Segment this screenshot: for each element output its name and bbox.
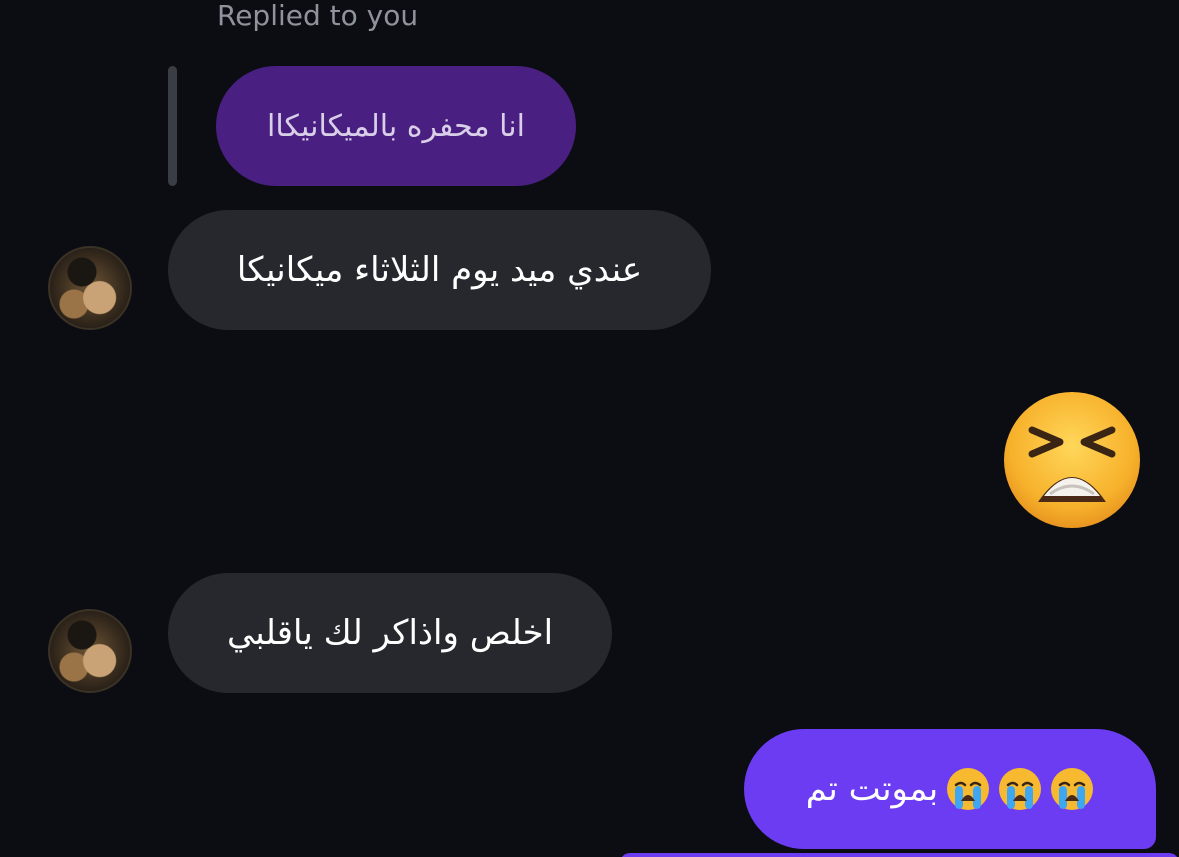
message-text: اخلص واذاكر لك ياقلبي [226, 613, 554, 653]
reply-indicator-bar [168, 66, 177, 186]
quoted-message-text: انا محفره بالميكانيكاا [267, 108, 525, 144]
outgoing-message-bubble[interactable]: بموتت تم [744, 729, 1156, 849]
message-content: بموتت تم [806, 767, 1094, 811]
loudly-crying-face-icon [946, 767, 990, 811]
message-text: عندي ميد يوم الثلاثاء ميكانيكا [236, 250, 643, 290]
avatar[interactable] [48, 609, 132, 693]
next-outgoing-message-bubble[interactable] [620, 853, 1179, 857]
quoted-message-bubble[interactable]: انا محفره بالميكانيكاا [216, 66, 576, 186]
chat-thread: Replied to you انا محفره بالميكانيكاا عن… [0, 0, 1179, 857]
tired-face-emoji-icon[interactable] [1002, 390, 1142, 530]
incoming-message-bubble[interactable]: اخلص واذاكر لك ياقلبي [168, 573, 612, 693]
replied-to-label: Replied to you [217, 0, 419, 32]
loudly-crying-face-icon [1050, 767, 1094, 811]
avatar[interactable] [48, 246, 132, 330]
incoming-message-bubble[interactable]: عندي ميد يوم الثلاثاء ميكانيكا [168, 210, 711, 330]
loudly-crying-face-icon [998, 767, 1042, 811]
message-text: بموتت تم [805, 769, 939, 809]
